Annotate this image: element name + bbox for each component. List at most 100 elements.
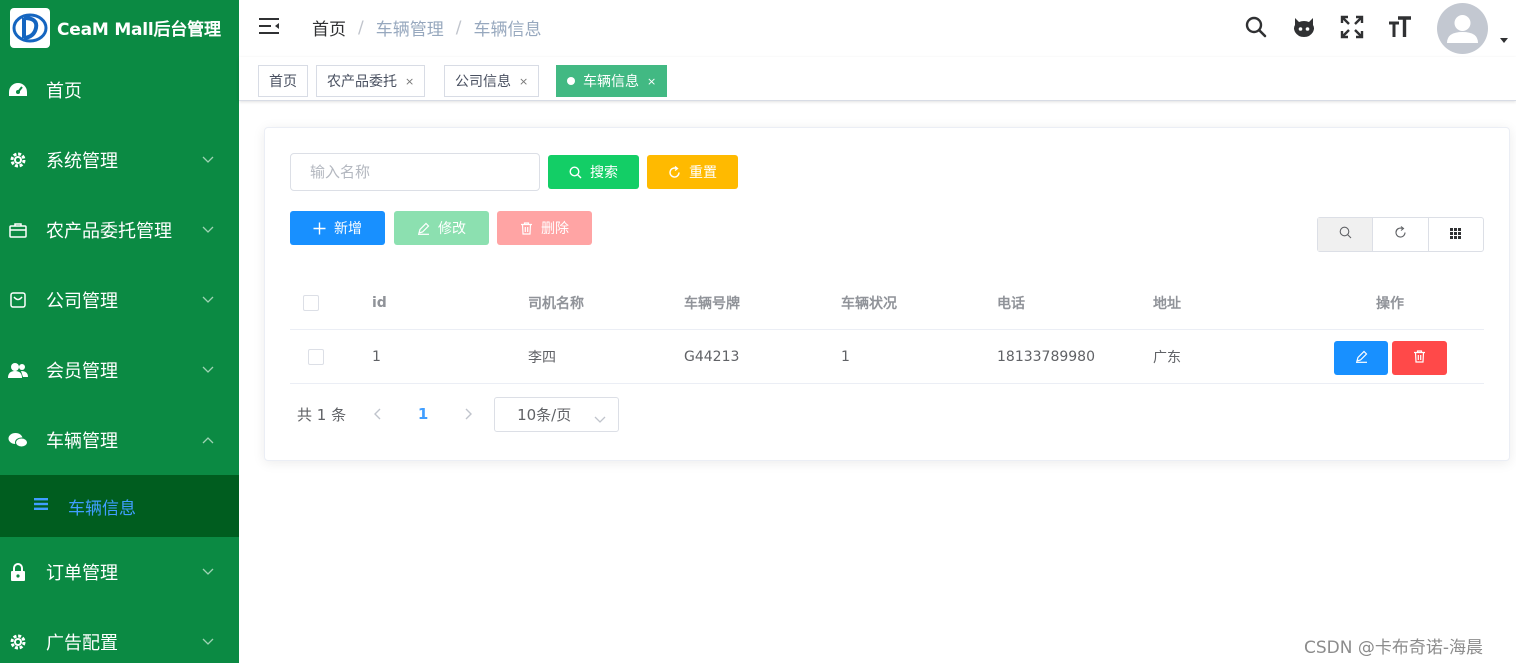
- trash-icon: [1413, 349, 1426, 367]
- add-button-label: 新增: [334, 221, 362, 237]
- sidebar-item-system[interactable]: 系统管理: [0, 125, 239, 195]
- refresh-icon: [1394, 226, 1407, 243]
- search-button[interactable]: 搜索: [548, 155, 639, 189]
- cell-plate: G44213: [684, 349, 740, 365]
- table-header: id 司机名称 车辆号牌 车辆状况 电话 地址 操作: [290, 276, 1484, 330]
- sidebar-item-home[interactable]: 首页: [0, 55, 239, 125]
- tag-label: 农产品委托: [327, 74, 397, 90]
- select-all-checkbox[interactable]: [303, 276, 319, 330]
- chevron-down-icon: [201, 363, 215, 377]
- plus-icon: [313, 222, 326, 235]
- active-dot-icon: [567, 77, 575, 85]
- list-icon: [34, 498, 48, 514]
- breadcrumb-separator: /: [358, 17, 364, 38]
- app-title: CeaM Mall后台管理: [57, 20, 221, 40]
- chevron-up-icon: [201, 433, 215, 447]
- tag-company-info[interactable]: 公司信息 ×: [444, 65, 540, 97]
- reset-button-label: 重置: [689, 165, 717, 181]
- column-header-id: id: [372, 295, 387, 311]
- cell-driver: 李四: [528, 350, 556, 366]
- close-icon[interactable]: ×: [647, 75, 656, 88]
- column-header-driver: 司机名称: [528, 296, 584, 312]
- tag-home[interactable]: 首页: [258, 65, 308, 97]
- chevron-down-icon: [201, 565, 215, 579]
- search-icon[interactable]: [1243, 14, 1269, 40]
- breadcrumb-home[interactable]: 首页: [312, 15, 346, 40]
- chevron-right-icon[interactable]: [454, 399, 484, 429]
- chevron-down-icon: [201, 635, 215, 649]
- tags-view: 首页 农产品委托 × 公司信息 × 车辆信息 ×: [239, 57, 1516, 101]
- delete-button[interactable]: 删除: [497, 211, 592, 245]
- edit-icon: [1355, 350, 1368, 367]
- tag-label: 首页: [269, 74, 297, 90]
- cell-address: 广东: [1153, 350, 1181, 366]
- page-size-select[interactable]: 10条/页: [494, 396, 620, 432]
- chevron-left-icon[interactable]: [362, 399, 392, 429]
- grid-icon: [1450, 227, 1462, 243]
- cell-status: 1: [841, 349, 850, 365]
- column-header-actions: 操作: [1376, 296, 1404, 312]
- watermark: CSDN @卡布奇诺-海晨: [1304, 638, 1484, 658]
- sidebar-item-label: 订单管理: [46, 563, 118, 584]
- trash-icon: [520, 221, 533, 235]
- avatar[interactable]: [1437, 3, 1488, 54]
- column-header-address: 地址: [1153, 296, 1181, 312]
- sidebar-item-vehicles[interactable]: 车辆管理: [0, 405, 239, 475]
- page-number[interactable]: 1: [408, 399, 438, 429]
- reset-button[interactable]: 重置: [647, 155, 738, 189]
- breadcrumb-separator: /: [455, 17, 462, 38]
- fullscreen-icon[interactable]: [1339, 14, 1365, 40]
- edit-button[interactable]: 修改: [394, 211, 489, 245]
- briefcase-icon: [8, 220, 28, 240]
- logo-icon: [10, 7, 50, 48]
- sidebar-item-label: 公司管理: [46, 291, 118, 312]
- caret-down-icon[interactable]: [1500, 38, 1508, 43]
- page-size-value: 10条/页: [517, 405, 572, 424]
- gear-icon: [8, 150, 28, 170]
- columns-button[interactable]: [1429, 218, 1483, 251]
- chevron-down-icon: [201, 223, 215, 237]
- sidebar-item-label: 首页: [46, 81, 82, 102]
- pagination-total: 共 1 条: [297, 405, 347, 424]
- checkbox[interactable]: [308, 349, 324, 365]
- sidebar-item-label: 系统管理: [46, 151, 118, 172]
- close-icon[interactable]: ×: [519, 75, 528, 88]
- content-card: 搜索 重置 新增 修改 删除 id 司机名称 车辆号牌 车辆状况: [264, 127, 1510, 461]
- row-delete-button[interactable]: [1392, 341, 1447, 375]
- chevron-down-icon: [201, 153, 215, 167]
- users-icon: [8, 360, 28, 380]
- breadcrumb-vehicle-mgmt[interactable]: 车辆管理: [376, 15, 444, 40]
- sidebar-subitem-vehicle-info[interactable]: 车辆信息: [0, 475, 239, 537]
- delete-button-label: 删除: [541, 221, 569, 237]
- column-header-plate: 车辆号牌: [684, 296, 740, 312]
- table-row: 1 李四 G44213 1 18133789980 广东: [290, 330, 1484, 384]
- column-header-status: 车辆状况: [841, 296, 897, 312]
- refresh-button[interactable]: [1373, 218, 1429, 251]
- lock-icon: [8, 562, 28, 582]
- github-icon[interactable]: [1291, 14, 1317, 40]
- sidebar-item-members[interactable]: 会员管理: [0, 335, 239, 405]
- sidebar-item-company[interactable]: 公司管理: [0, 265, 239, 335]
- sidebar-item-ads[interactable]: 广告配置: [0, 607, 239, 663]
- search-input[interactable]: [290, 153, 540, 191]
- sidebar-item-orders[interactable]: 订单管理: [0, 537, 239, 607]
- dashboard-icon: [8, 80, 28, 100]
- tag-produce[interactable]: 农产品委托 ×: [316, 65, 426, 97]
- hamburger-icon[interactable]: [259, 17, 281, 37]
- sidebar-item-produce[interactable]: 农产品委托管理: [0, 195, 239, 265]
- search-icon: [1339, 226, 1352, 243]
- font-size-icon[interactable]: [1387, 14, 1413, 40]
- row-checkbox[interactable]: [308, 330, 324, 384]
- tag-vehicle-info[interactable]: 车辆信息 ×: [556, 65, 668, 97]
- search-icon: [569, 165, 582, 179]
- sidebar: CeaM Mall后台管理 首页 系统管理 农产品委托管理 公司管理 会员管理: [0, 0, 239, 663]
- logo-area: CeaM Mall后台管理: [0, 0, 239, 55]
- row-edit-button[interactable]: [1334, 341, 1388, 375]
- toggle-search-button[interactable]: [1318, 218, 1374, 251]
- checkbox[interactable]: [303, 295, 319, 311]
- sidebar-item-label: 车辆管理: [46, 431, 118, 452]
- close-icon[interactable]: ×: [405, 75, 414, 88]
- add-button[interactable]: 新增: [290, 211, 385, 245]
- top-navbar: 首页 / 车辆管理 / 车辆信息: [239, 0, 1516, 57]
- tag-label: 车辆信息: [583, 74, 639, 90]
